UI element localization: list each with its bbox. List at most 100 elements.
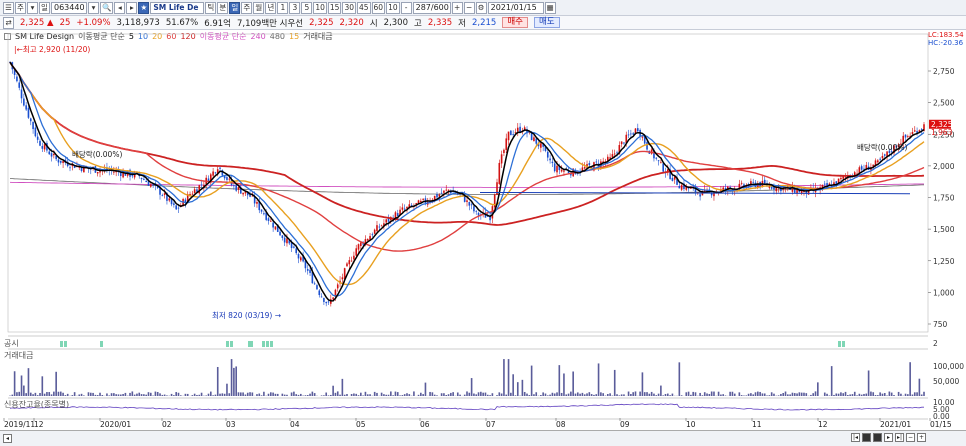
candle-body xyxy=(549,158,551,161)
volume-bar xyxy=(424,382,427,396)
volume-bar xyxy=(646,392,648,396)
scroll-left-icon[interactable]: ◂ xyxy=(3,434,12,443)
volume-bar xyxy=(159,393,161,396)
volume-bar xyxy=(320,395,323,396)
candle-body xyxy=(39,140,41,146)
candle-body xyxy=(168,198,171,201)
volume-bar xyxy=(443,393,445,396)
volume-bar xyxy=(290,392,293,396)
candle-body xyxy=(336,284,339,289)
volume-bar xyxy=(533,394,535,396)
volume-bar xyxy=(300,393,302,396)
scroll-controls: |◂ ▸ ▸| − + xyxy=(851,433,926,442)
volume-bar xyxy=(484,392,487,396)
volume-bar xyxy=(260,395,263,396)
candle-body xyxy=(752,181,755,183)
candle-body xyxy=(519,126,521,133)
volume-bar xyxy=(57,391,60,396)
volume-bar xyxy=(452,392,454,396)
prev-page-icon[interactable] xyxy=(862,433,871,442)
volume-bar xyxy=(500,393,503,396)
volume-bar xyxy=(789,394,791,396)
x-axis-label: 03 xyxy=(226,420,236,429)
first-icon[interactable]: |◂ xyxy=(851,433,860,442)
candle-body xyxy=(200,184,203,186)
candle-body xyxy=(641,136,644,138)
x-axis-label: 2021/01 xyxy=(880,420,912,429)
candle-body xyxy=(496,182,498,196)
volume-bar xyxy=(653,393,655,396)
volume-bar xyxy=(161,394,164,396)
candle-body xyxy=(473,206,475,212)
candle-body xyxy=(223,176,226,179)
zoom-plus-icon[interactable]: + xyxy=(917,433,926,442)
volume-bar xyxy=(595,394,598,396)
disclosure-mark xyxy=(230,341,233,347)
next-page-icon[interactable]: ▸ xyxy=(884,433,893,442)
volume-bar xyxy=(579,393,581,396)
volume-bar xyxy=(655,395,658,396)
volume-bar xyxy=(706,393,708,396)
volume-bar xyxy=(286,394,288,396)
candle-body xyxy=(283,237,286,243)
candle-body xyxy=(646,142,648,150)
candle-body xyxy=(436,194,438,198)
volume-bar xyxy=(576,392,579,396)
volume-bar xyxy=(489,395,491,396)
candle-body xyxy=(263,213,265,215)
volume-bar xyxy=(680,395,683,396)
candle-body xyxy=(320,296,323,298)
volume-bar xyxy=(417,394,420,396)
candle-body xyxy=(623,142,625,144)
candle-body xyxy=(62,161,64,164)
volume-bar xyxy=(856,395,858,396)
x-axis-label: 09 xyxy=(620,420,630,429)
volume-bar xyxy=(23,385,25,396)
volume-bar xyxy=(413,391,415,396)
volume-bar xyxy=(717,391,720,396)
last-icon[interactable]: ▸| xyxy=(895,433,904,442)
volume-bar xyxy=(583,394,586,396)
candle-body xyxy=(226,177,228,180)
volume-bar xyxy=(496,395,498,396)
volume-bar xyxy=(431,392,434,396)
volume-bar xyxy=(768,395,771,396)
candle-body xyxy=(447,189,450,191)
candle-body xyxy=(613,153,616,155)
candle-body xyxy=(145,180,147,183)
volume-bar xyxy=(787,394,789,396)
volume-bar xyxy=(468,392,471,396)
candle-body xyxy=(842,176,845,179)
candle-body xyxy=(680,185,683,190)
volume-bar xyxy=(590,394,593,396)
candle-body xyxy=(235,185,237,191)
volume-bar xyxy=(731,391,734,396)
volume-bar xyxy=(295,394,298,396)
volume-bar xyxy=(25,393,27,396)
candle-body xyxy=(535,138,538,144)
volume-bar xyxy=(793,393,796,396)
volume-bar xyxy=(334,392,337,396)
volume-bar xyxy=(390,391,392,396)
zoom-minus-icon[interactable]: − xyxy=(906,433,915,442)
volume-bar xyxy=(620,394,623,396)
volume-bar xyxy=(184,393,187,396)
candle-body xyxy=(350,260,353,262)
candle-body xyxy=(113,171,115,173)
candle-body xyxy=(611,154,614,158)
play-icon[interactable] xyxy=(873,433,882,442)
volume-bar xyxy=(191,395,194,396)
volume-bar xyxy=(433,394,436,396)
volume-bar xyxy=(770,392,773,396)
volume-bar xyxy=(505,394,508,396)
volume-bar xyxy=(200,392,203,396)
volume-bar xyxy=(823,392,826,396)
volume-bar xyxy=(669,395,671,396)
candle-body xyxy=(119,172,122,177)
candle-body xyxy=(378,226,381,228)
disclosure-mark xyxy=(64,341,67,347)
volume-bar xyxy=(510,392,512,396)
price-chart[interactable]: 2,7502,5002,2502,0001,7501,5001,2501,000… xyxy=(0,0,966,446)
candle-body xyxy=(69,167,71,169)
candle-body xyxy=(357,244,360,250)
